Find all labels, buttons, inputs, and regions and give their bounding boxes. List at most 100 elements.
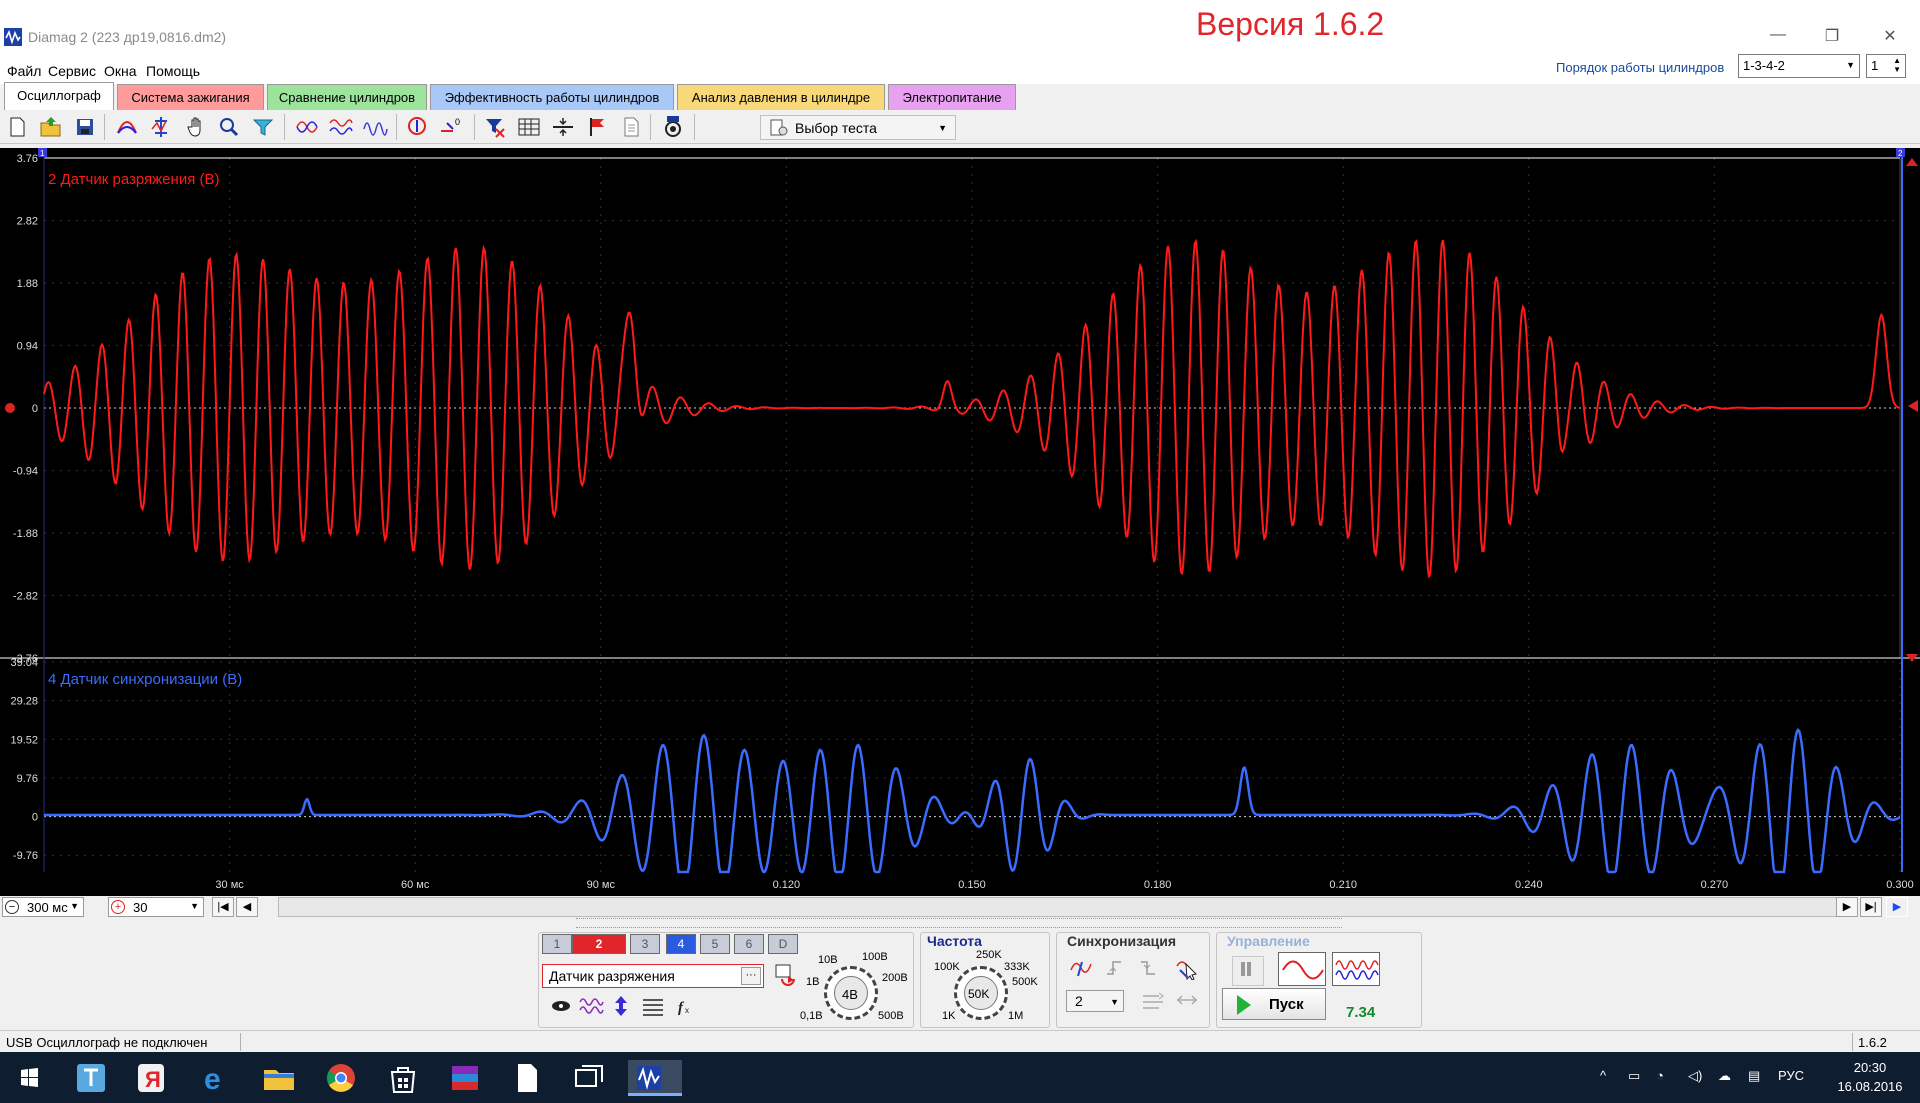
battery-icon[interactable]: ▭ (1628, 1068, 1640, 1084)
freq-label-500k[interactable]: 500K (1012, 976, 1038, 988)
action-center-icon[interactable]: ▤ (1748, 1068, 1760, 1084)
restore-button[interactable]: ❐ (1812, 26, 1852, 48)
tab-power-supply[interactable]: Электропитание (888, 84, 1016, 110)
oscilloscope-plot[interactable]: 1 2 3.762.821.880.940-0.94-1.88-2.82-3.7… (0, 148, 1920, 896)
lines-icon[interactable] (640, 994, 666, 1018)
freq-label-1m[interactable]: 1M (1008, 1010, 1023, 1022)
auto-scale-icon[interactable] (404, 115, 430, 139)
explorer-icon[interactable] (258, 1060, 300, 1096)
channel-button-1[interactable]: 1 (542, 934, 572, 954)
open-folder-icon[interactable] (38, 115, 64, 139)
voltage-label-200v[interactable]: 200В (882, 972, 908, 984)
diamag-icon[interactable] (628, 1060, 682, 1096)
yandex-browser-icon[interactable]: Я (130, 1060, 172, 1096)
taskview-icon[interactable] (568, 1060, 610, 1096)
sync-rising-edge-icon[interactable] (1068, 956, 1094, 980)
zoom-icon[interactable] (216, 115, 242, 139)
voltage-label-1v[interactable]: 1В (806, 976, 819, 988)
timebase-select[interactable]: − 300 мс ▼ (2, 897, 84, 917)
waveforms-icon[interactable] (362, 115, 388, 139)
spin-arrows-icon[interactable]: ▲ ▼ (1893, 56, 1901, 74)
channel-a-icon[interactable] (114, 115, 140, 139)
scroll-start-button[interactable]: |◀ (212, 897, 234, 917)
freq-label-100k[interactable]: 100K (934, 961, 960, 973)
cloud-icon[interactable]: ☁ (1718, 1068, 1731, 1084)
winrar-icon[interactable] (444, 1060, 486, 1096)
zoom-select[interactable]: + 30 ▼ (108, 897, 204, 917)
sensor-settings-icon[interactable] (772, 962, 798, 986)
document-icon[interactable] (506, 1060, 548, 1096)
scroll-right-button[interactable]: ▶ (1836, 897, 1858, 917)
hand-pan-icon[interactable] (184, 115, 210, 139)
browse-button[interactable]: ··· (741, 967, 761, 985)
continuous-mode-icon[interactable] (1332, 952, 1380, 986)
panel-splitter[interactable] (576, 918, 1342, 928)
split-icon[interactable] (550, 115, 576, 139)
tab-ignition-system[interactable]: Система зажигания (117, 84, 264, 110)
voltage-label-500v[interactable]: 500В (878, 1010, 904, 1022)
minimize-button[interactable]: — (1758, 26, 1798, 48)
function-icon[interactable]: fx (672, 994, 698, 1018)
single-shot-icon[interactable] (1278, 952, 1326, 986)
horizontal-scrollbar[interactable] (278, 897, 1844, 917)
play-forward-button[interactable]: ▶ (1886, 897, 1908, 917)
tab-pressure-analysis[interactable]: Анализ давления в цилиндре (677, 84, 885, 110)
zoom-out-icon[interactable]: − (5, 900, 19, 914)
vertical-scale-icon[interactable] (608, 994, 634, 1018)
cursor-measure-icon[interactable] (148, 115, 174, 139)
grid-icon[interactable] (516, 115, 542, 139)
sync-level-icon[interactable] (1140, 988, 1166, 1012)
menu-file[interactable]: Файл (7, 63, 41, 79)
channel-button-d[interactable]: D (768, 934, 798, 954)
sync-down-icon[interactable] (1136, 956, 1162, 980)
tab-cylinder-compare[interactable]: Сравнение цилиндров (267, 84, 427, 110)
channel-button-5[interactable]: 5 (700, 934, 730, 954)
zero-level-icon[interactable]: 0 (438, 115, 464, 139)
scroll-left-button[interactable]: ◀ (236, 897, 258, 917)
sync-channel-select[interactable]: 2 ▼ (1066, 990, 1124, 1012)
chrome-icon[interactable] (320, 1060, 362, 1096)
channel-button-3[interactable]: 3 (630, 934, 660, 954)
freq-label-1k[interactable]: 1K (942, 1010, 955, 1022)
menu-help[interactable]: Помощь (146, 63, 200, 79)
freq-label-333k[interactable]: 333K (1004, 961, 1030, 973)
wifi-icon[interactable]: ◔ (1656, 1068, 1664, 1083)
sync-up-icon[interactable] (1102, 956, 1128, 980)
channel-button-6[interactable]: 6 (734, 934, 764, 954)
test-select-dropdown[interactable]: Выбор теста ▼ (760, 115, 956, 140)
freq-label-250k[interactable]: 250K (976, 949, 1002, 961)
cylinder-spinner[interactable]: 1 ▲ ▼ (1866, 54, 1906, 78)
report-icon[interactable] (618, 115, 644, 139)
pause-icon[interactable] (1232, 956, 1264, 986)
tab-oscilloscope[interactable]: Осциллограф (4, 82, 114, 110)
voltage-label-0-1v[interactable]: 0,1В (800, 1010, 823, 1022)
channel-button-4[interactable]: 4 (666, 934, 696, 954)
chevron-up-icon[interactable]: ^ (1600, 1068, 1606, 1083)
compare-icon[interactable] (294, 115, 320, 139)
save-icon[interactable] (72, 115, 98, 139)
new-file-icon[interactable] (4, 115, 30, 139)
start-icon[interactable] (8, 1060, 50, 1096)
waveform-style-icon[interactable] (578, 994, 604, 1018)
filter-icon[interactable] (250, 115, 276, 139)
menu-service[interactable]: Сервис (48, 63, 96, 79)
oscilloscope-display[interactable]: 1 2 3.76 2.82 1.88 0.94 0 -0.94 -1.88 -2.82 -3.7… (0, 148, 1920, 896)
start-button[interactable]: Пуск (1222, 988, 1326, 1020)
zoom-in-icon[interactable]: + (111, 900, 125, 914)
sync-shift-icon[interactable] (1174, 988, 1200, 1012)
cylinder-order-select[interactable]: 1-3-4-2 ▼ (1738, 54, 1860, 78)
taskbar-clock[interactable]: 20:30 16.08.2016 (1830, 1058, 1910, 1096)
voltage-label-10v[interactable]: 10В (818, 954, 838, 966)
overlay-icon[interactable] (328, 115, 354, 139)
menu-windows[interactable]: Окна (104, 63, 137, 79)
channel-button-2[interactable]: 2 (572, 934, 626, 954)
store-icon[interactable] (382, 1060, 424, 1096)
marker-flag-icon[interactable] (584, 115, 610, 139)
keyboard-language[interactable]: РУС (1778, 1068, 1804, 1083)
edge-icon[interactable]: e (194, 1060, 236, 1096)
close-button[interactable]: ✕ (1870, 26, 1910, 48)
volume-icon[interactable]: ◁) (1688, 1068, 1702, 1084)
voltage-label-100v[interactable]: 100В (862, 951, 888, 963)
eye-icon[interactable] (548, 994, 574, 1018)
scroll-end-button[interactable]: ▶| (1860, 897, 1882, 917)
